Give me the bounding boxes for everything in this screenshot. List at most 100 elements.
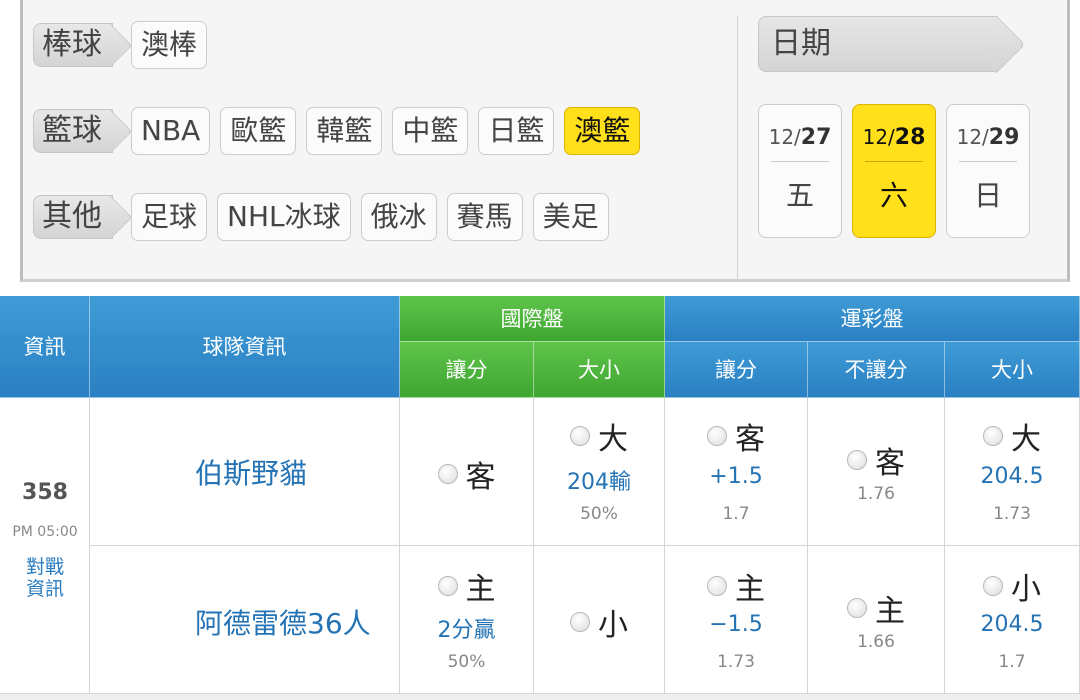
pick-label: 主 bbox=[875, 594, 905, 629]
radio-icon[interactable] bbox=[847, 598, 867, 618]
home-team-name: 阿德雷德36人 bbox=[195, 607, 371, 640]
radio-icon[interactable] bbox=[437, 576, 458, 596]
home-lottery-total-line: 204.5 bbox=[980, 612, 1044, 637]
away-intl-spread-option[interactable]: 客 bbox=[400, 452, 533, 496]
away-lottery-moneyline-option[interactable]: 客 bbox=[808, 438, 944, 482]
home-intl-spread-pct: 50% bbox=[447, 652, 486, 672]
home-lottery-spread-option[interactable]: 主 bbox=[665, 564, 807, 608]
radio-icon[interactable] bbox=[983, 426, 1003, 446]
home-lottery-total-cell[interactable]: 小 204.5 1.7 bbox=[945, 546, 1080, 694]
home-intl-spread-line: 2分贏 bbox=[437, 618, 496, 643]
date-button-27[interactable]: 12/27 五 bbox=[758, 104, 842, 238]
chip-american-football[interactable]: 美足 bbox=[532, 193, 609, 241]
chip-horse-racing[interactable]: 賽馬 bbox=[446, 193, 523, 241]
date-weekday: 五 bbox=[785, 179, 814, 212]
pick-label: 客 bbox=[465, 460, 496, 495]
game-number: 358 bbox=[22, 480, 68, 505]
away-team-name: 伯斯野貓 bbox=[195, 457, 308, 490]
home-intl-spread-option[interactable]: 主 bbox=[400, 564, 533, 608]
home-lottery-total-option[interactable]: 小 bbox=[945, 564, 1079, 608]
date-button-28[interactable]: 12/28 六 bbox=[852, 104, 936, 238]
game-time: PM 05:00 bbox=[12, 524, 78, 540]
chip-aus-basketball[interactable]: 澳籃 bbox=[564, 107, 641, 155]
pick-label: 客 bbox=[735, 422, 765, 457]
away-lottery-moneyline-cell[interactable]: 客 1.76 bbox=[808, 398, 945, 546]
away-team-cell[interactable]: 伯斯野貓 bbox=[90, 398, 400, 546]
home-intl-spread-cell[interactable]: 主 2分贏 50% bbox=[400, 546, 534, 694]
radio-icon[interactable] bbox=[570, 612, 590, 632]
header-intl-total: 大小 bbox=[534, 342, 665, 398]
radio-icon[interactable] bbox=[570, 426, 590, 446]
head-to-head-link[interactable]: 對戰 資訊 bbox=[0, 556, 90, 600]
date-separator bbox=[771, 161, 829, 162]
chip-nhl-hockey[interactable]: NHL冰球 bbox=[217, 193, 351, 241]
header-international-odds: 國際盤 bbox=[400, 296, 665, 342]
filter-panel: 棒球 澳棒 籃球 NBA 歐籃 韓籃 中籃 日籃 澳籃 其他 足球 NHL冰球 … bbox=[20, 0, 1070, 282]
away-intl-total-cell[interactable]: 大 204輸 50% bbox=[534, 398, 665, 546]
chip-aus-baseball[interactable]: 澳棒 bbox=[131, 21, 208, 69]
date-weekday: 日 bbox=[973, 179, 1002, 212]
radio-icon[interactable] bbox=[983, 576, 1003, 596]
pick-label: 小 bbox=[1011, 572, 1041, 607]
header-lottery-odds: 運彩盤 bbox=[665, 296, 1080, 342]
away-intl-total-pct: 50% bbox=[580, 504, 618, 524]
pick-label: 主 bbox=[465, 572, 496, 607]
away-intl-total-option[interactable]: 大 bbox=[534, 414, 664, 458]
home-lottery-moneyline-option[interactable]: 主 bbox=[808, 586, 944, 630]
header-intl-spread: 讓分 bbox=[400, 342, 534, 398]
header-info: 資訊 bbox=[0, 296, 90, 398]
category-basketball[interactable]: 籃球 bbox=[33, 109, 113, 153]
home-lottery-spread-cell[interactable]: 主 −1.5 1.73 bbox=[665, 546, 808, 694]
panel-divider bbox=[737, 16, 738, 280]
home-intl-total-cell[interactable]: 小 bbox=[534, 546, 665, 694]
radio-icon[interactable] bbox=[707, 576, 727, 596]
home-team-cell[interactable]: 阿德雷德36人 bbox=[90, 546, 400, 694]
date-month-day: 12/28 bbox=[862, 125, 926, 150]
away-intl-total-line: 204輸 bbox=[567, 470, 631, 495]
radio-icon[interactable] bbox=[847, 450, 867, 470]
header-team-info: 球隊資訊 bbox=[90, 296, 400, 398]
chip-euro-basketball[interactable]: 歐籃 bbox=[220, 107, 297, 155]
baseball-row: 棒球 澳棒 bbox=[33, 20, 217, 70]
h2h-line2: 資訊 bbox=[25, 578, 64, 600]
category-baseball[interactable]: 棒球 bbox=[33, 23, 113, 67]
chip-soccer[interactable]: 足球 bbox=[131, 193, 208, 241]
header-lottery-moneyline: 不讓分 bbox=[808, 342, 945, 398]
game-info-cell: 358 PM 05:00 對戰 資訊 bbox=[0, 398, 90, 694]
radio-icon[interactable] bbox=[437, 464, 458, 484]
date-button-29[interactable]: 12/29 日 bbox=[946, 104, 1030, 238]
home-lottery-total-odds: 1.7 bbox=[998, 652, 1026, 672]
h2h-line1: 對戰 bbox=[25, 556, 64, 578]
date-separator bbox=[865, 161, 923, 162]
chip-japan-basketball[interactable]: 日籃 bbox=[478, 107, 555, 155]
home-lottery-moneyline-odds: 1.66 bbox=[857, 632, 895, 652]
home-lottery-spread-odds: 1.73 bbox=[717, 652, 755, 672]
pick-label: 客 bbox=[875, 446, 905, 481]
date-separator bbox=[959, 161, 1017, 162]
pick-label: 大 bbox=[1011, 422, 1041, 457]
home-intl-total-option[interactable]: 小 bbox=[534, 600, 664, 644]
pick-label: 小 bbox=[598, 608, 628, 643]
chip-nba[interactable]: NBA bbox=[131, 107, 211, 155]
away-lottery-spread-cell[interactable]: 客 +1.5 1.7 bbox=[665, 398, 808, 546]
header-lottery-total: 大小 bbox=[945, 342, 1080, 398]
chip-russia-hockey[interactable]: 俄冰 bbox=[360, 193, 437, 241]
odds-table-header: 資訊 球隊資訊 國際盤 讓分 大小 運彩盤 讓分 不讓分 大小 bbox=[0, 296, 1080, 398]
odds-table-body: 358 PM 05:00 對戰 資訊 伯斯野貓 客 大 204輸 50% 客 +… bbox=[0, 398, 1080, 694]
other-row: 其他 足球 NHL冰球 俄冰 賽馬 美足 bbox=[33, 192, 619, 242]
away-lottery-spread-option[interactable]: 客 bbox=[665, 414, 807, 458]
date-label: 日期 bbox=[758, 16, 998, 72]
date-weekday: 六 bbox=[879, 179, 908, 212]
home-lottery-moneyline-cell[interactable]: 主 1.66 bbox=[808, 546, 945, 694]
away-intl-spread-cell[interactable]: 客 bbox=[400, 398, 534, 546]
away-lottery-total-line: 204.5 bbox=[980, 464, 1044, 489]
away-lottery-total-cell[interactable]: 大 204.5 1.73 bbox=[945, 398, 1080, 546]
date-month-day: 12/27 bbox=[768, 125, 832, 150]
pick-label: 大 bbox=[598, 422, 628, 457]
chip-china-basketball[interactable]: 中籃 bbox=[392, 107, 469, 155]
chip-korea-basketball[interactable]: 韓籃 bbox=[306, 107, 383, 155]
radio-icon[interactable] bbox=[707, 426, 727, 446]
away-lottery-total-odds: 1.73 bbox=[993, 504, 1031, 524]
away-lottery-total-option[interactable]: 大 bbox=[945, 414, 1079, 458]
category-other[interactable]: 其他 bbox=[33, 195, 113, 239]
